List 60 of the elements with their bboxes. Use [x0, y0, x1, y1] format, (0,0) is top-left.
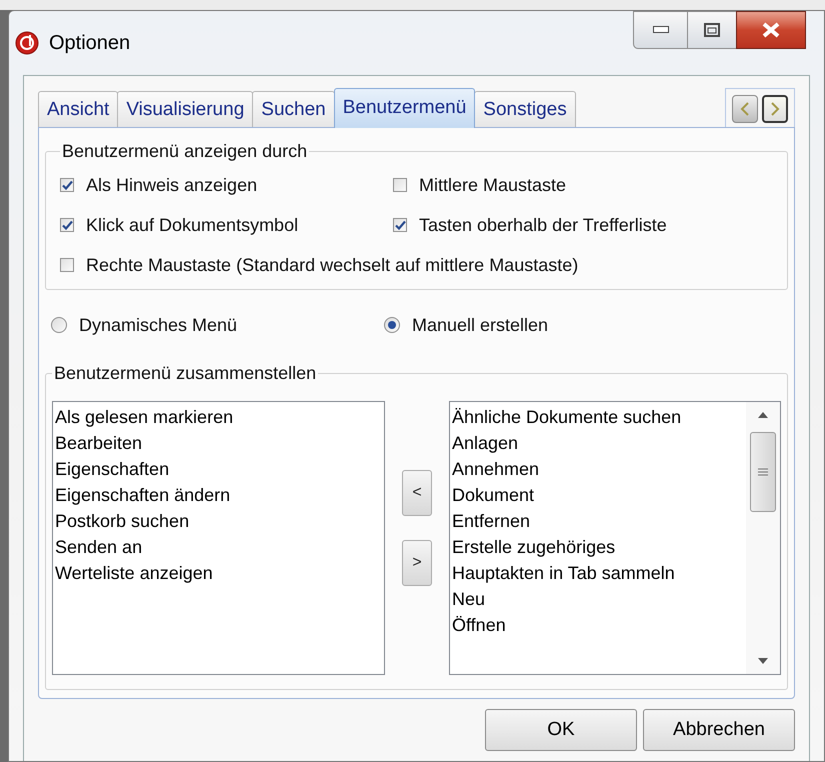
- list-item[interactable]: Hauptakten in Tab sammeln: [452, 560, 744, 586]
- group-title: Benutzermenü zusammenstellen: [53, 362, 318, 385]
- list-item[interactable]: Anlagen: [452, 430, 744, 456]
- tab[interactable]: Ansicht: [38, 91, 118, 128]
- move-button[interactable]: <: [402, 470, 432, 516]
- list-item[interactable]: Bearbeiten: [55, 430, 382, 456]
- radio-label: Manuell erstellen: [412, 314, 548, 336]
- radio-button[interactable]: [51, 317, 67, 333]
- tab[interactable]: Suchen: [252, 91, 335, 128]
- scrollbar-thumb[interactable]: [750, 432, 776, 512]
- radio-label: Dynamisches Menü: [79, 314, 238, 337]
- list-item[interactable]: Eigenschaften: [55, 456, 382, 482]
- checkbox-label: Mittlere Maustaste: [419, 174, 566, 196]
- checkbox-label: Tasten oberhalb der Trefferliste: [419, 214, 667, 236]
- scroll-up-icon: [758, 412, 768, 418]
- checkbox[interactable]: [393, 218, 407, 232]
- checkbox-label: Als Hinweis anzeigen: [86, 174, 258, 197]
- dialog-button[interactable]: Abbrechen: [643, 709, 795, 751]
- maximize-icon: [704, 23, 720, 37]
- close-button[interactable]: [736, 11, 806, 49]
- checkmark-icon: [394, 220, 406, 230]
- checkbox[interactable]: [60, 258, 74, 272]
- list-item[interactable]: Neu: [452, 586, 744, 612]
- list-item[interactable]: Annehmen: [452, 456, 744, 482]
- chevron-right-icon: [770, 102, 780, 116]
- list-item[interactable]: Öffnen: [452, 612, 744, 638]
- list-item[interactable]: Entfernen: [452, 508, 744, 534]
- close-icon: [762, 22, 780, 38]
- scrollbar[interactable]: [746, 402, 780, 674]
- checkbox-label: Klick auf Dokumentsymbol: [86, 214, 298, 237]
- dialog-button[interactable]: OK: [485, 709, 637, 751]
- tab[interactable]: Visualisierung: [117, 91, 254, 128]
- list-item[interactable]: Erstelle zugehöriges: [452, 534, 744, 560]
- app-logo-icon: [15, 31, 39, 55]
- checkmark-icon: [62, 180, 72, 190]
- tab[interactable]: Benutzermenü: [334, 88, 476, 128]
- checkbox[interactable]: [393, 178, 407, 192]
- group-title: Benutzermenü anzeigen durch: [61, 140, 308, 163]
- list-item[interactable]: Postkorb suchen: [55, 508, 382, 534]
- list-item[interactable]: Als gelesen markieren: [55, 404, 382, 430]
- minimize-button[interactable]: [633, 11, 688, 49]
- minimize-icon: [652, 26, 668, 34]
- list-item[interactable]: Werteliste anzeigen: [55, 560, 382, 586]
- list-item[interactable]: Dokument: [452, 482, 744, 508]
- list-item[interactable]: Senden an: [55, 534, 382, 560]
- radio-button[interactable]: [384, 317, 400, 333]
- window-title: Optionen: [49, 31, 130, 56]
- checkbox[interactable]: [60, 178, 74, 192]
- checkmark-icon: [62, 220, 72, 230]
- checkbox[interactable]: [60, 218, 74, 232]
- list-item[interactable]: Eigenschaften ändern: [55, 482, 382, 508]
- scroll-down-icon: [758, 658, 768, 664]
- grip-icon: [758, 468, 768, 476]
- chevron-left-icon: [740, 102, 750, 116]
- scroll-right-button[interactable]: [762, 94, 788, 122]
- checkbox-label: Rechte Maustaste (Standard wechselt auf mittlere Maustaste): [86, 254, 578, 277]
- move-button[interactable]: >: [402, 540, 432, 586]
- tab[interactable]: Sonstiges: [474, 91, 576, 128]
- list-item[interactable]: Ähnliche Dokumente suchen: [452, 404, 744, 430]
- maximize-button[interactable]: [688, 11, 736, 49]
